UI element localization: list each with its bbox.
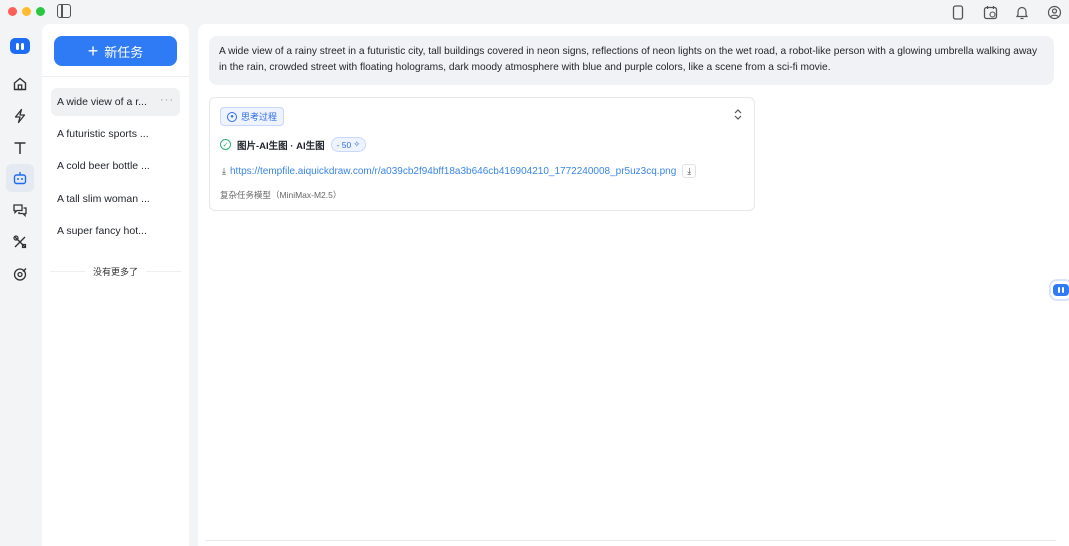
download-button[interactable]: ⤓ <box>682 164 697 178</box>
thinking-label: 思考过程 <box>241 112 278 122</box>
check-icon: ✓ <box>220 139 231 150</box>
no-more-indicator: 没有更多了 <box>42 264 189 278</box>
zoom-window-button[interactable] <box>36 7 45 16</box>
home-icon[interactable] <box>6 70 34 98</box>
title-bar <box>0 0 1069 24</box>
left-rail <box>0 24 40 546</box>
target-icon[interactable] <box>6 260 34 288</box>
no-more-text: 没有更多了 <box>93 266 139 277</box>
bell-icon[interactable] <box>1013 3 1031 21</box>
task-item[interactable]: A super fancy hot... <box>51 217 180 245</box>
tools-icon[interactable] <box>6 228 34 256</box>
model-note: 复杂任务模型（MiniMax-M2.5） <box>220 190 342 200</box>
task-label: A cold beer bottle ... <box>57 160 150 172</box>
robot-icon[interactable] <box>6 164 34 192</box>
task-item[interactable]: A futuristic sports ... <box>51 120 180 148</box>
task-label: A super fancy hot... <box>57 225 147 237</box>
app-logo-icon[interactable] <box>10 38 30 54</box>
sidebar-toggle-icon[interactable] <box>57 4 71 18</box>
task-item[interactable]: A cold beer bottle ... <box>51 152 180 180</box>
lightning-icon[interactable] <box>6 102 34 130</box>
tool-call-line: ✓ 图片-AI生图 · AI生图 - 50 ✧ <box>220 137 367 152</box>
task-label: A tall slim woman ... <box>57 193 150 205</box>
thinking-icon: ● <box>227 111 237 122</box>
divider <box>42 76 189 77</box>
thinking-process-button[interactable]: ● 思考过程 <box>220 107 285 126</box>
image-link[interactable]: https://tempfile.aiquickdraw.com/r/a039c… <box>230 166 676 177</box>
download-icon: ⤓ <box>222 165 226 176</box>
input-area-border <box>206 540 1056 541</box>
main-panel: A wide view of a rainy street in a futur… <box>198 24 1069 546</box>
floating-assistant-button[interactable] <box>1049 279 1069 301</box>
chat-icon[interactable] <box>6 196 34 224</box>
assistant-logo-icon <box>1053 284 1069 296</box>
cost-badge: - 50 ✧ <box>330 137 367 152</box>
new-task-label: 新任务 <box>104 44 144 60</box>
image-link-line: ⤓ https://tempfile.aiquickdraw.com/r/a03… <box>222 164 697 178</box>
chevron-up-down-icon[interactable] <box>734 109 742 123</box>
text-icon[interactable] <box>6 134 34 162</box>
task-item[interactable]: A tall slim woman ... <box>51 185 180 213</box>
user-icon[interactable] <box>1045 3 1063 21</box>
credit-icon: ✧ <box>353 139 361 149</box>
task-label: A wide view of a r... <box>57 96 147 108</box>
close-window-button[interactable] <box>8 7 17 16</box>
user-prompt-bubble: A wide view of a rainy street in a futur… <box>209 36 1054 85</box>
tool-label: 图片-AI生图 · AI生图 <box>237 140 325 152</box>
result-card: ● 思考过程 ✓ 图片-AI生图 · AI生图 - 50 ✧ ⤓ https:/… <box>209 97 755 211</box>
more-options-icon[interactable]: ··· <box>160 94 174 106</box>
plus-icon: + <box>87 41 99 61</box>
task-item[interactable]: A wide view of a r... ··· <box>51 88 180 116</box>
minimize-window-button[interactable] <box>22 7 31 16</box>
new-task-button[interactable]: + 新任务 <box>54 36 177 66</box>
task-label: A futuristic sports ... <box>57 128 149 140</box>
phone-icon[interactable] <box>949 3 967 21</box>
cost-value: - 50 <box>336 139 352 150</box>
calendar-icon[interactable] <box>981 3 999 21</box>
task-list-panel: + 新任务 A wide view of a r... ··· A futuri… <box>42 24 189 546</box>
